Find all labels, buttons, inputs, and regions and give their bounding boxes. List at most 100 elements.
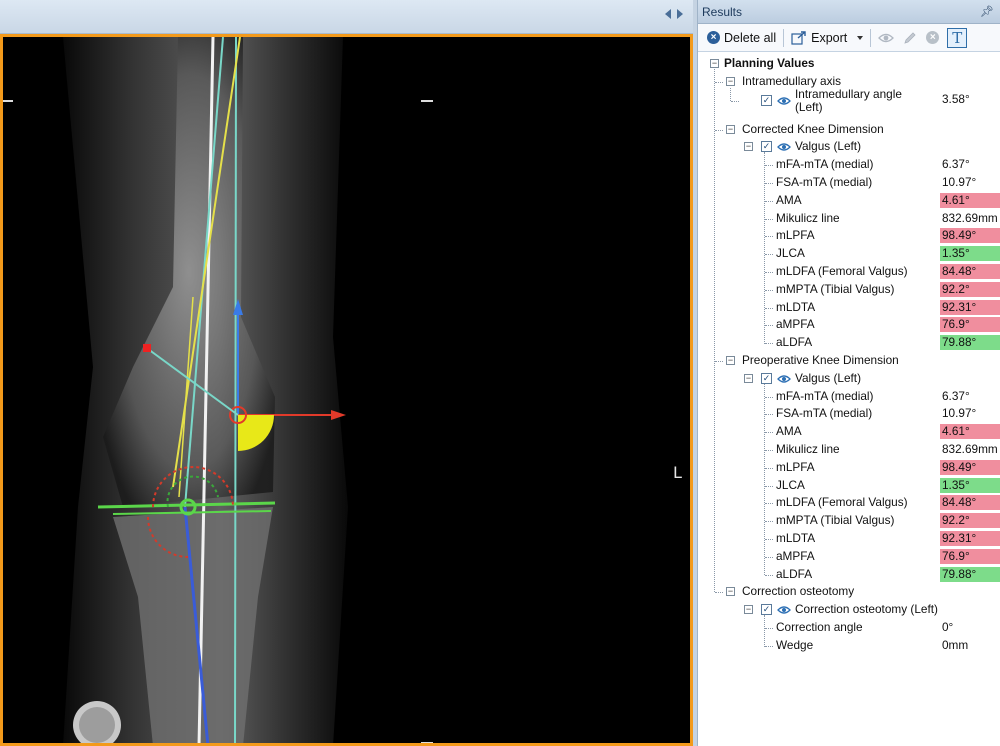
measurement-value: 6.37° — [942, 388, 970, 403]
measurement-label: mMPTA (Tibial Valgus) — [776, 281, 895, 296]
tree-connector — [731, 100, 739, 102]
measurement-value: 98.49° — [940, 228, 1000, 244]
tree-connector — [765, 343, 773, 345]
measurement-label: JLCA — [776, 246, 805, 261]
results-toolbar: × Delete all Export × T — [698, 24, 1000, 52]
tree-connector — [765, 539, 773, 540]
collapse-preoperative-knee[interactable]: − — [726, 356, 735, 365]
visibility-checkbox[interactable]: ✓ — [761, 604, 772, 616]
text-tool-button[interactable]: T — [943, 26, 971, 50]
tree-connector — [764, 152, 765, 344]
measurement-label: Mikulicz line — [776, 442, 840, 456]
measurement-label: mFA-mTA (medial) — [776, 388, 874, 403]
tree-connector — [765, 467, 773, 469]
pencil-icon — [904, 31, 916, 44]
tree-connector — [765, 521, 773, 523]
chevron-down-icon[interactable] — [857, 35, 864, 40]
item-label: Valgus (Left) — [795, 139, 862, 154]
results-header: Results 📌︎ — [698, 0, 1000, 24]
edit-button[interactable] — [898, 28, 922, 48]
measurement-label: mLPFA — [776, 459, 815, 474]
tree-connector — [730, 87, 731, 101]
measurement-label: Wedge — [776, 637, 814, 652]
tree-connector — [765, 432, 773, 434]
visibility-checkbox[interactable]: ✓ — [761, 94, 772, 106]
measurement-value: 4.61° — [940, 192, 1000, 208]
measurement-label: aMPFA — [776, 317, 815, 332]
measurement-value: 92.2° — [940, 513, 1000, 529]
results-panel: Results 📌︎ × Delete all Export × T − Pla… — [697, 0, 1000, 746]
visibility-checkbox[interactable]: ✓ — [761, 372, 772, 384]
item-label: Valgus (Left) — [795, 370, 862, 385]
measurement-label: mFA-mTA (medial) — [776, 157, 874, 172]
toolbar-separator — [783, 28, 785, 47]
collapse-corrected-knee-item[interactable]: − — [744, 142, 753, 152]
measurement-label: JLCA — [776, 477, 805, 492]
measurement-value: 3.58° — [942, 91, 970, 106]
tree-connector — [765, 236, 773, 238]
tree-connector — [765, 272, 773, 273]
measurement-label: mLDFA (Femoral Valgus) — [776, 495, 908, 510]
delete-icon: × — [707, 31, 720, 44]
collapse-planning-values[interactable]: − — [710, 59, 719, 68]
eye-icon[interactable] — [777, 96, 791, 106]
measurement-value: 79.88° — [940, 566, 1000, 582]
chevron-left-icon[interactable] — [665, 9, 671, 19]
group-label: Corrected Knee Dimension — [742, 121, 884, 136]
eye-icon — [878, 33, 895, 42]
item-label: Correction osteotomy (Left) — [795, 602, 938, 617]
collapse-intramedullary[interactable]: − — [726, 76, 735, 86]
tree-connector — [765, 183, 773, 184]
measurement-value: 832.69mm — [942, 210, 998, 225]
tree-connector — [765, 325, 773, 327]
measurement-label: mLDFA (Femoral Valgus) — [776, 264, 908, 278]
tree-connector — [715, 129, 723, 131]
pin-icon[interactable]: 📌︎ — [980, 5, 994, 18]
group-label: Correction osteotomy — [742, 584, 855, 599]
tree-connector — [715, 81, 723, 83]
measurement-value: 1.35° — [940, 477, 1000, 493]
delete-all-button[interactable]: × Delete all — [703, 29, 780, 47]
tree-connector — [764, 615, 765, 647]
measurement-label: aLDFA — [776, 335, 813, 350]
collapse-corrected-knee[interactable]: − — [726, 124, 735, 134]
eye-icon[interactable] — [777, 142, 791, 152]
group-label: Preoperative Knee Dimension — [742, 353, 899, 367]
measurement-value: 92.2° — [940, 281, 1000, 297]
measurement-value: 76.9° — [940, 317, 1000, 333]
measurement-label: AMA — [776, 424, 802, 439]
measurement-value: 92.31° — [940, 531, 1000, 546]
measurement-label: Correction angle — [776, 620, 863, 634]
measurement-label: mLDTA — [776, 299, 816, 314]
tree-connector — [765, 450, 773, 451]
tree-connector — [764, 383, 765, 576]
measurement-label: Intramedullary angle (Left) — [795, 86, 902, 114]
xray-viewer[interactable]: L — [0, 34, 693, 746]
collapse-correction-osteotomy-item[interactable]: − — [744, 605, 753, 615]
tree-connector — [765, 556, 773, 558]
tree-connector — [765, 574, 773, 576]
chevron-right-icon[interactable] — [677, 9, 683, 19]
tree-connector — [715, 592, 723, 594]
eye-icon[interactable] — [777, 374, 791, 384]
tree-connector — [765, 218, 773, 220]
tree-connector — [714, 69, 715, 593]
viewer-toolbar — [0, 0, 693, 34]
delete-selected-button[interactable]: × — [922, 29, 943, 46]
tree-connector — [765, 165, 773, 167]
measurement-label: FSA-mTA (medial) — [776, 406, 873, 421]
viewer-nav — [665, 9, 683, 19]
export-button[interactable]: Export — [787, 28, 867, 48]
measurement-value: 98.49° — [940, 459, 1000, 475]
export-label: Export — [811, 30, 848, 45]
measurement-value: 79.88° — [940, 335, 1000, 351]
measurement-label: aMPFA — [776, 548, 815, 563]
eye-icon[interactable] — [777, 605, 791, 615]
collapse-preoperative-knee-item[interactable]: − — [744, 373, 753, 383]
measurement-value: 1.35° — [940, 246, 1000, 262]
tree-connector — [765, 396, 773, 398]
collapse-correction-osteotomy[interactable]: − — [726, 587, 735, 597]
visibility-checkbox[interactable]: ✓ — [761, 141, 772, 153]
measurement-value: 84.48° — [940, 495, 1000, 511]
toggle-visibility-button[interactable] — [874, 28, 898, 48]
